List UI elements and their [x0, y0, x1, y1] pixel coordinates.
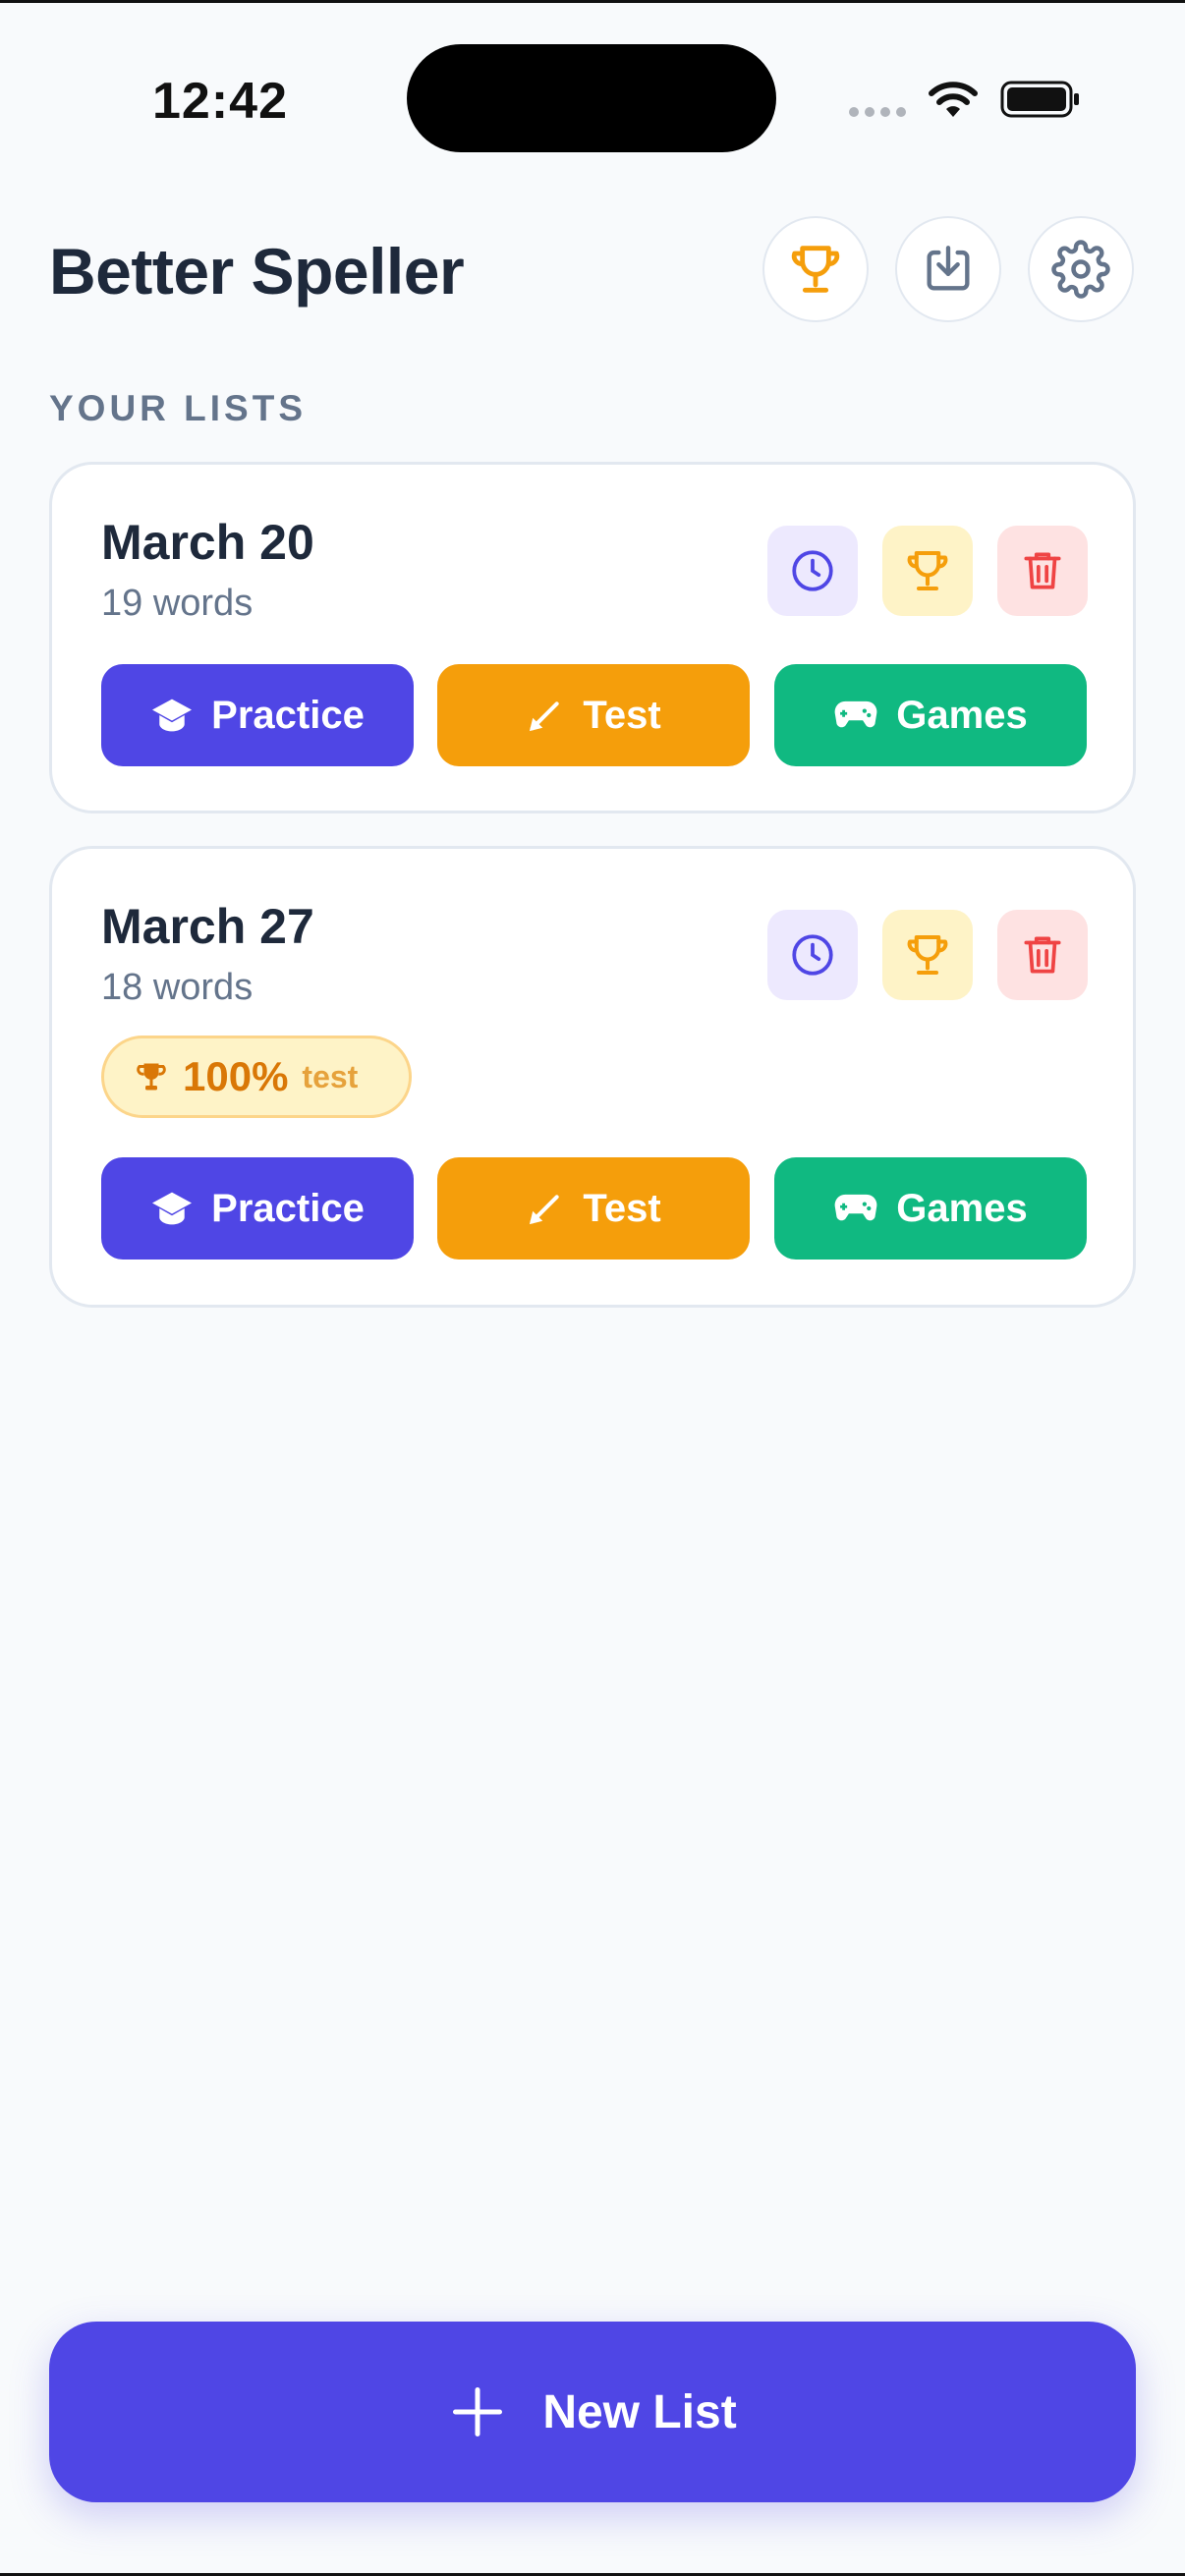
signal-icon [849, 107, 906, 117]
download-icon [927, 246, 970, 291]
clock-icon [792, 550, 833, 591]
gamepad-icon [834, 700, 877, 728]
list-card: March 20 19 words Practice Test Games [49, 462, 1136, 813]
gear-icon [1051, 240, 1110, 299]
section-label: YOUR LISTS [49, 388, 308, 428]
delete-button[interactable] [997, 526, 1088, 616]
games-button[interactable]: Games [774, 1157, 1087, 1260]
list-title: March 20 [101, 515, 314, 570]
games-label: Games [896, 1186, 1028, 1230]
leaderboard-button[interactable] [882, 526, 973, 616]
new-list-label: New List [542, 2385, 737, 2438]
test-button[interactable]: Test [437, 664, 750, 766]
achievements-button[interactable] [762, 216, 869, 322]
trophy-icon [791, 246, 840, 293]
practice-button[interactable]: Practice [101, 664, 414, 766]
settings-button[interactable] [1028, 216, 1134, 322]
gamepad-icon [834, 1194, 877, 1221]
history-button[interactable] [767, 910, 858, 1000]
list-card: March 27 18 words 100% test Practice Tes… [49, 846, 1136, 1308]
delete-button[interactable] [997, 910, 1088, 1000]
dynamic-island [407, 44, 776, 152]
badge-score: 100% [183, 1053, 289, 1099]
games-label: Games [896, 693, 1028, 737]
trophy-icon [907, 550, 948, 591]
trophy-icon [137, 1063, 166, 1091]
badge-label: test [302, 1058, 359, 1094]
graduation-cap-icon [152, 699, 193, 732]
leaderboard-button[interactable] [882, 910, 973, 1000]
new-list-button[interactable]: New List [49, 2322, 1136, 2502]
pencil-icon [530, 1195, 560, 1225]
games-button[interactable]: Games [774, 664, 1087, 766]
clock-icon [792, 934, 833, 976]
status-time: 12:42 [152, 73, 288, 130]
trash-icon [1024, 552, 1061, 589]
test-label: Test [583, 1186, 661, 1230]
best-score-badge: 100% test [101, 1036, 412, 1118]
practice-label: Practice [211, 693, 365, 737]
list-title: March 27 [101, 899, 314, 954]
history-button[interactable] [767, 526, 858, 616]
word-count: 19 words [101, 583, 254, 624]
status-bar: 12:42 [0, 3, 1185, 190]
import-button[interactable] [895, 216, 1001, 322]
pencil-icon [530, 701, 560, 732]
word-count: 18 words [101, 967, 254, 1008]
test-label: Test [583, 693, 661, 737]
trash-icon [1024, 936, 1061, 974]
graduation-cap-icon [152, 1192, 193, 1225]
page-title: Better Speller [49, 235, 465, 308]
practice-label: Practice [211, 1186, 365, 1230]
practice-button[interactable]: Practice [101, 1157, 414, 1260]
plus-icon [453, 2387, 503, 2436]
trophy-icon [907, 934, 948, 976]
wifi-icon [929, 82, 978, 117]
battery-icon [1000, 81, 1079, 118]
test-button[interactable]: Test [437, 1157, 750, 1260]
app-header: Better Speller [49, 214, 1136, 324]
